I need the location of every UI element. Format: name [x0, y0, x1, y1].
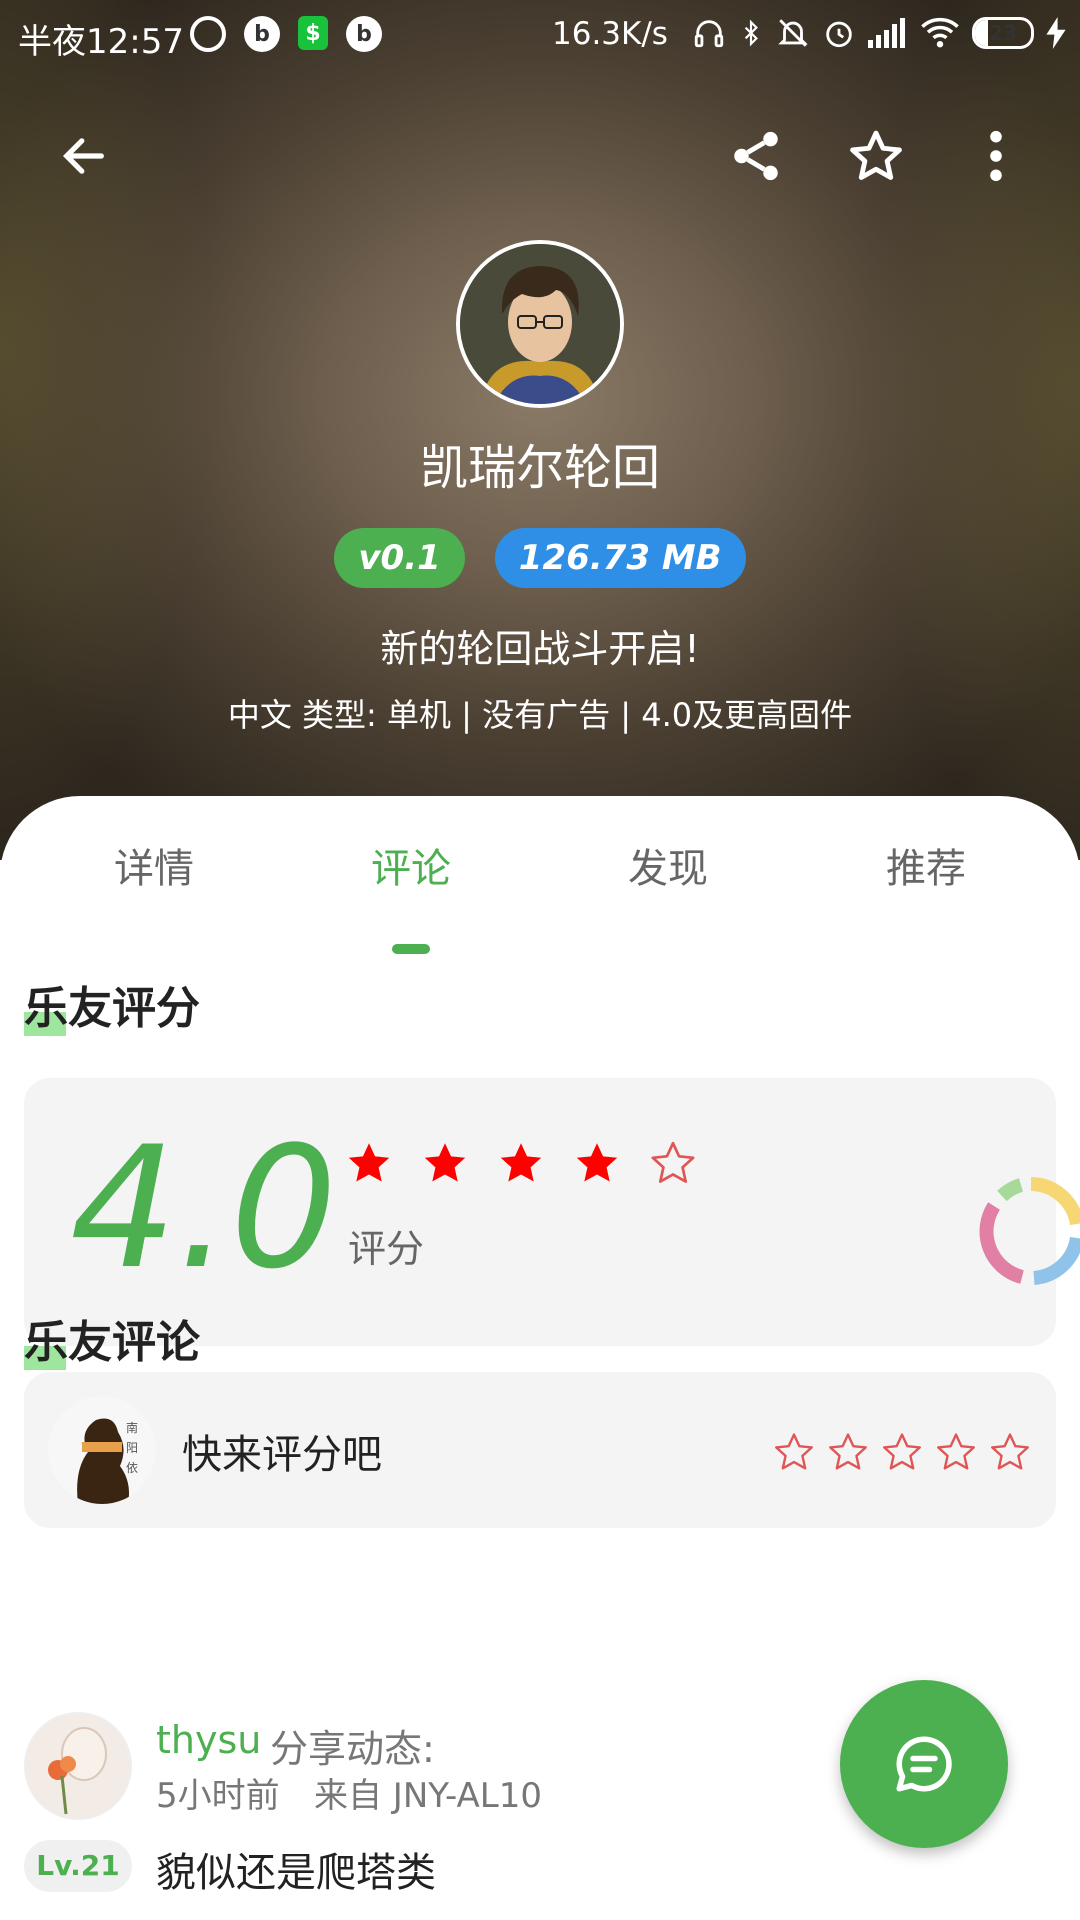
- rating-label: 评分: [348, 1227, 425, 1271]
- favorite-button[interactable]: [830, 110, 922, 202]
- star-empty-icon: [651, 1141, 695, 1183]
- star-filled-icon: [500, 1143, 542, 1182]
- rate-stars-input[interactable]: [772, 1430, 1032, 1474]
- tab-bar: 详情 评论 发现 推荐: [0, 836, 1080, 954]
- status-time: 半夜12:57: [18, 22, 184, 62]
- shopping-bag-icon: $: [298, 16, 328, 50]
- rate-star-icon[interactable]: [826, 1430, 870, 1474]
- user-level-badge: Lv.21: [24, 1840, 132, 1892]
- tab-discover[interactable]: 发现: [558, 836, 778, 894]
- system-icons: 23: [692, 16, 1066, 50]
- signal-icon: [868, 18, 905, 48]
- comment-action: 分享动态:: [270, 1727, 435, 1771]
- status-bar: 半夜12:57 b $ b 16.3K/s 23: [0, 0, 1080, 72]
- tab-indicator: [392, 944, 430, 954]
- rate-star-icon[interactable]: [880, 1430, 924, 1474]
- app-icon: [456, 240, 624, 408]
- comment-avatar[interactable]: [24, 1712, 132, 1820]
- svg-text:南: 南: [126, 1420, 138, 1435]
- user-avatar-image: 南 阳 依: [48, 1396, 156, 1504]
- comments-section-title: 乐友评论: [24, 1306, 200, 1370]
- app-slogan: 新的轮回战斗开启!: [380, 627, 700, 671]
- more-vertical-icon: [990, 130, 1002, 182]
- star-filled-icon: [424, 1143, 466, 1182]
- battery-icon: 23: [972, 17, 1034, 49]
- rating-stars: [344, 1138, 698, 1188]
- game-character-portrait: [460, 244, 620, 404]
- comment-username[interactable]: thysu: [156, 1718, 261, 1762]
- alarm-icon: [826, 21, 852, 48]
- top-toolbar: [0, 110, 1080, 202]
- commenter-avatar-image: [26, 1714, 130, 1818]
- tab-recommend[interactable]: 推荐: [816, 836, 1036, 894]
- share-icon: [734, 131, 778, 181]
- star-filled-icon: [576, 1143, 618, 1182]
- comment-time: 5小时前: [156, 1776, 280, 1816]
- network-speed: 16.3K/s: [552, 16, 668, 52]
- rate-star-icon[interactable]: [988, 1430, 1032, 1474]
- app-badges: v0.1 126.73 MB: [0, 528, 1080, 588]
- app-meta: 中文 类型: 单机 | 没有广告 | 4.0及更高固件: [227, 696, 853, 734]
- wifi-icon: [921, 17, 959, 48]
- charging-icon: [1046, 17, 1066, 49]
- my-avatar: 南 阳 依: [48, 1396, 156, 1504]
- back-button[interactable]: [38, 110, 130, 202]
- svg-text:阳: 阳: [126, 1441, 138, 1455]
- tab-details[interactable]: 详情: [44, 836, 264, 894]
- rate-star-icon[interactable]: [772, 1430, 816, 1474]
- headphones-icon: [694, 20, 724, 48]
- tab-comments[interactable]: 评论: [301, 836, 521, 894]
- bluetooth-icon: [744, 19, 758, 47]
- rating-score: 4.0: [70, 1110, 338, 1306]
- app-name: 凯瑞尔轮回: [419, 440, 660, 496]
- rating-section-title: 乐友评分: [24, 972, 200, 1036]
- rate-prompt-text: 快来评分吧: [182, 1432, 382, 1478]
- rating-section-title-text: 乐友评分: [24, 983, 200, 1034]
- comments-section-title-text: 乐友评论: [24, 1317, 200, 1368]
- loading-spinner-icon: [979, 1177, 1080, 1285]
- star-outline-icon: [850, 130, 902, 180]
- comment-device: 来自 JNY-AL10: [314, 1776, 542, 1816]
- size-badge: 126.73 MB: [494, 528, 746, 588]
- bilibili-icon: b: [244, 16, 280, 52]
- more-button[interactable]: [950, 110, 1042, 202]
- star-filled-icon: [348, 1143, 390, 1182]
- rate-prompt-card[interactable]: 南 阳 依 快来评分吧: [24, 1372, 1056, 1528]
- share-button[interactable]: [710, 110, 802, 202]
- battery-level: 23: [989, 21, 1017, 45]
- rate-star-icon[interactable]: [934, 1430, 978, 1474]
- mute-bell-icon: [778, 19, 808, 47]
- comment-fab-button[interactable]: [840, 1680, 1008, 1848]
- netease-music-icon: [190, 16, 226, 52]
- chat-message-icon: [896, 1736, 952, 1792]
- comment-text: 貌似还是爬塔类: [156, 1850, 436, 1896]
- version-badge: v0.1: [334, 528, 465, 588]
- bilibili-icon-2: b: [346, 16, 382, 52]
- notification-icons: b $ b: [190, 16, 382, 52]
- svg-text:依: 依: [126, 1460, 138, 1475]
- arrow-left-icon: [62, 138, 104, 174]
